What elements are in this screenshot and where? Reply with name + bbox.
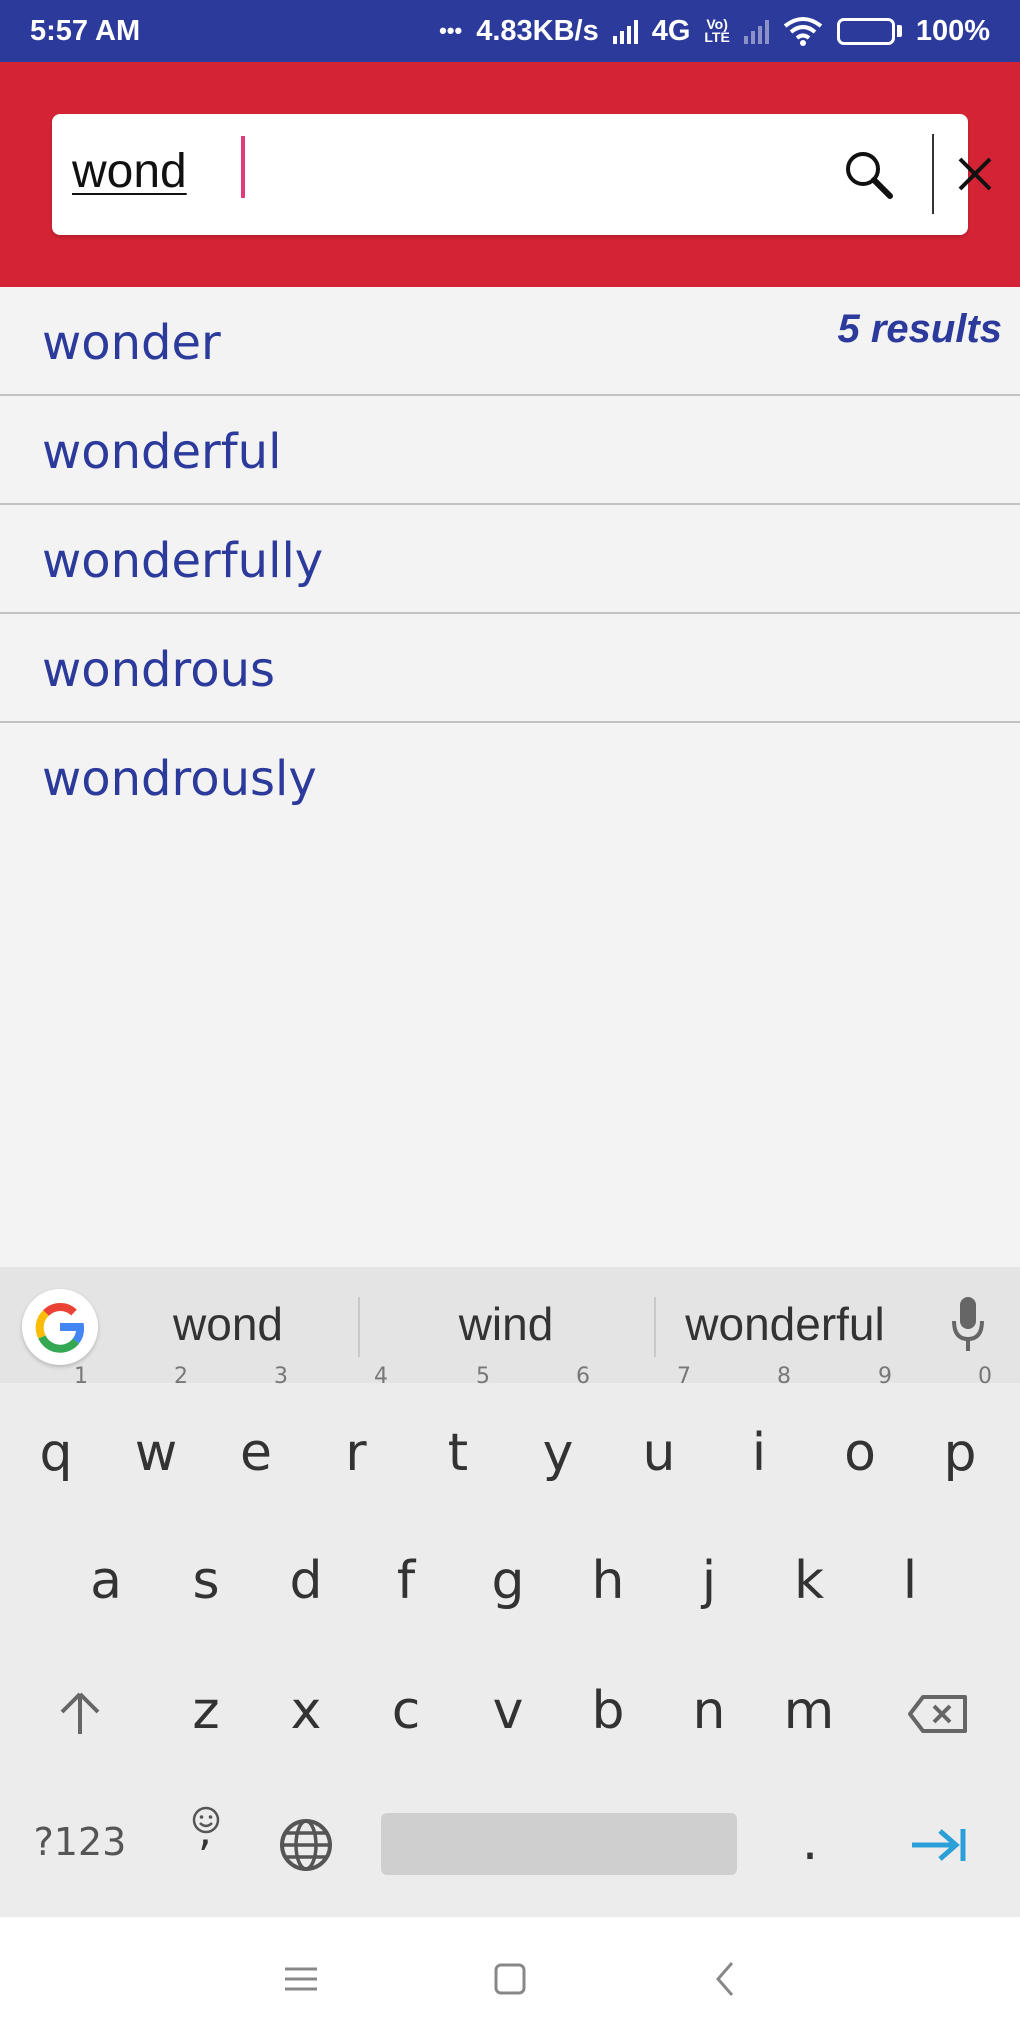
- result-label: wondrous: [42, 642, 275, 698]
- key-w[interactable]: w2: [116, 1364, 196, 1508]
- key-y[interactable]: y6: [518, 1364, 598, 1508]
- search-icon[interactable]: [842, 148, 896, 202]
- suggestion-bar: wond wind wonderful: [0, 1267, 1020, 1383]
- shift-arrow-icon: [60, 1692, 100, 1734]
- globe-key[interactable]: [266, 1787, 346, 1897]
- signal-icon: [612, 18, 638, 44]
- result-item[interactable]: wonderful: [0, 396, 1020, 505]
- space-bar[interactable]: [381, 1813, 737, 1875]
- app-header: wond: [0, 62, 1020, 287]
- key-j[interactable]: j: [669, 1526, 749, 1636]
- key-v[interactable]: v: [468, 1656, 548, 1766]
- symbols-key[interactable]: ?123: [20, 1787, 140, 1897]
- key-s[interactable]: s: [166, 1526, 246, 1636]
- key-d[interactable]: d: [266, 1526, 346, 1636]
- key-b[interactable]: b: [568, 1656, 648, 1766]
- status-dots: •••: [439, 18, 463, 43]
- menu-icon[interactable]: [279, 1957, 323, 2001]
- result-item[interactable]: wonderfully: [0, 505, 1020, 614]
- result-label: wonder: [42, 315, 221, 371]
- key-k[interactable]: k: [769, 1526, 849, 1636]
- key-h[interactable]: h: [568, 1526, 648, 1636]
- backspace-key[interactable]: [898, 1656, 978, 1766]
- key-m[interactable]: m: [769, 1656, 849, 1766]
- shift-key[interactable]: [40, 1656, 120, 1766]
- key-o[interactable]: o9: [820, 1364, 900, 1508]
- close-icon[interactable]: [950, 149, 1000, 199]
- soft-keyboard: wond wind wonderful q1 w2 e3 r4 t5 y6 u7…: [0, 1267, 1020, 1917]
- key-q[interactable]: q1: [16, 1364, 96, 1508]
- status-time: 5:57 AM: [30, 14, 141, 47]
- battery-level: 100%: [915, 14, 990, 47]
- results-list: wonder 5 results wonderful wonderfully w…: [0, 287, 1020, 832]
- wifi-icon: [783, 17, 823, 46]
- result-label: wonderful: [42, 424, 282, 480]
- search-box[interactable]: wond: [52, 114, 992, 235]
- backspace-icon: [908, 1695, 967, 1733]
- key-p[interactable]: p0: [920, 1364, 1000, 1508]
- status-icons: ••• 4.83KB/s 4G Vo) LTE 100%: [439, 15, 990, 48]
- key-r[interactable]: r4: [316, 1364, 396, 1508]
- emoji-comma-key[interactable]: ,: [166, 1787, 246, 1897]
- period-key[interactable]: .: [770, 1787, 850, 1897]
- network-type: 4G: [651, 14, 691, 47]
- signal-2-icon: [743, 18, 769, 44]
- mic-icon[interactable]: [950, 1295, 986, 1355]
- suggestion-1[interactable]: wond: [128, 1297, 328, 1351]
- google-logo-icon[interactable]: [22, 1289, 98, 1365]
- key-l[interactable]: l: [870, 1526, 950, 1636]
- enter-key[interactable]: [898, 1787, 978, 1897]
- back-chevron-icon[interactable]: [704, 1957, 748, 2001]
- search-divider: [932, 134, 934, 214]
- key-c[interactable]: c: [366, 1656, 446, 1766]
- key-e[interactable]: e3: [216, 1364, 296, 1508]
- suggestion-divider: [654, 1297, 656, 1357]
- result-item[interactable]: wonder 5 results: [0, 287, 1020, 396]
- system-nav-bar: [0, 1917, 1020, 2040]
- key-z[interactable]: z: [166, 1656, 246, 1766]
- result-label: wondrously: [42, 751, 317, 807]
- suggestion-divider: [358, 1297, 360, 1357]
- volte-icon: Vo) LTE: [704, 16, 730, 45]
- status-bar: 5:57 AM ••• 4.83KB/s 4G Vo) LTE 100%: [0, 0, 1020, 62]
- key-n[interactable]: n: [669, 1656, 749, 1766]
- key-f[interactable]: f: [366, 1526, 446, 1636]
- result-item[interactable]: wondrous: [0, 614, 1020, 723]
- key-a[interactable]: a: [66, 1526, 146, 1636]
- key-u[interactable]: u7: [619, 1364, 699, 1508]
- comma-label: ,: [198, 1805, 212, 1856]
- result-item[interactable]: wondrously: [0, 723, 1020, 832]
- key-t[interactable]: t5: [418, 1364, 498, 1508]
- home-square-icon[interactable]: [488, 1957, 532, 2001]
- search-input[interactable]: wond: [72, 144, 187, 199]
- globe-icon: [280, 1819, 332, 1871]
- tab-enter-icon: [912, 1829, 966, 1861]
- key-g[interactable]: g: [468, 1526, 548, 1636]
- network-speed: 4.83KB/s: [476, 14, 599, 47]
- suggestion-2[interactable]: wind: [406, 1297, 606, 1351]
- text-caret: [240, 136, 245, 202]
- key-x[interactable]: x: [266, 1656, 346, 1766]
- result-label: wonderfully: [42, 533, 324, 589]
- suggestion-3[interactable]: wonderful: [670, 1297, 900, 1351]
- battery-icon: [836, 17, 902, 45]
- key-i[interactable]: i8: [719, 1364, 799, 1508]
- results-count: 5 results: [837, 307, 1002, 351]
